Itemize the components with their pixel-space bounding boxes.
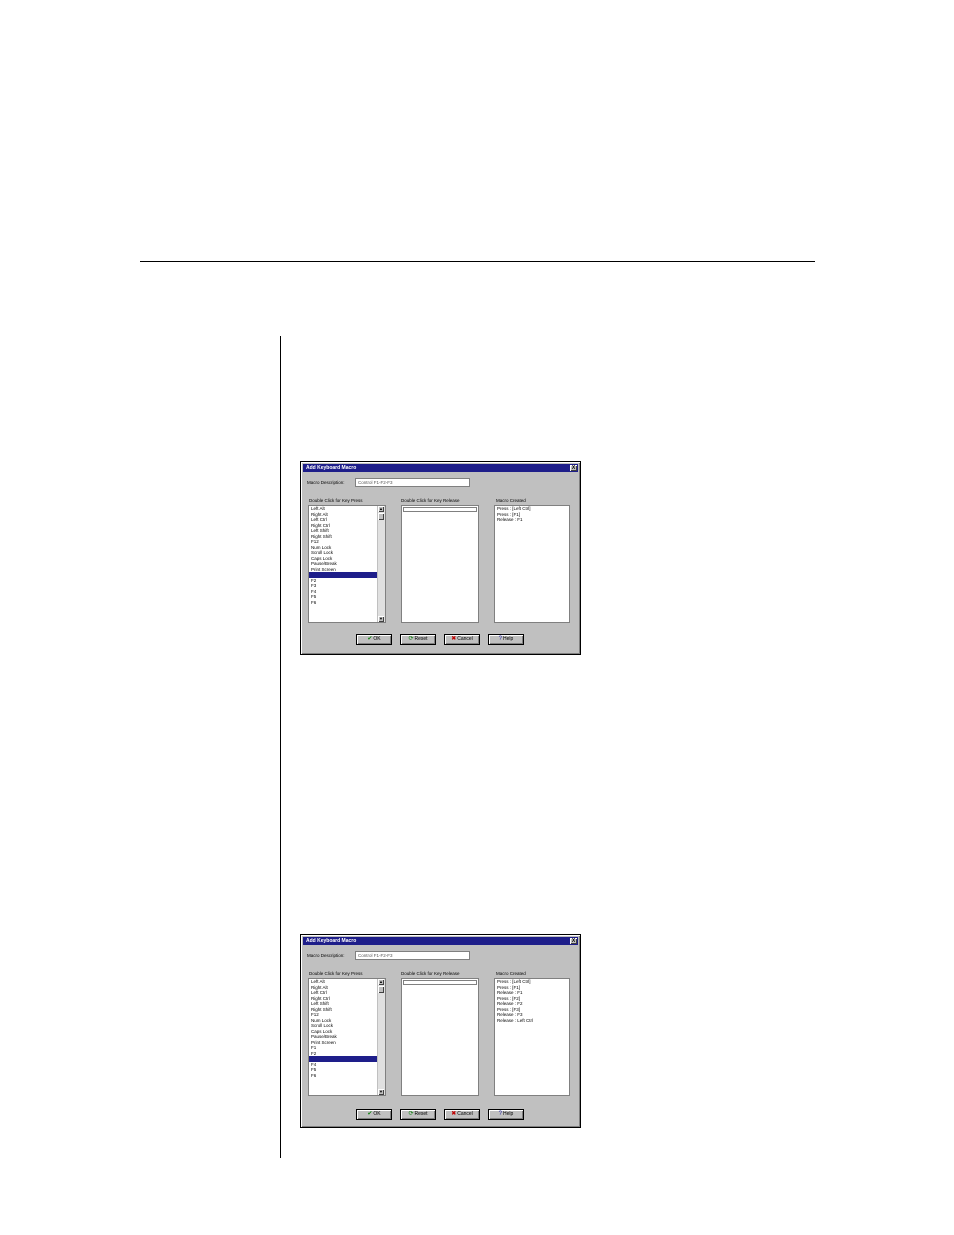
scroll-up-icon[interactable]: ▲ (378, 979, 384, 985)
reset-button[interactable]: ⟳Reset (400, 634, 436, 645)
key-press-label: Double Click for Key Press (309, 498, 363, 503)
scrollbar[interactable]: ▲ ▼ (377, 506, 385, 622)
help-button[interactable]: ?Help (488, 1109, 524, 1120)
help-button[interactable]: ?Help (488, 634, 524, 645)
macro-created-label: Macro Created (496, 971, 526, 976)
checkmark-icon: ✔ (367, 1111, 373, 1117)
key-press-list[interactable]: Left Alt Right Alt Left Ctrl Right Ctrl … (308, 505, 386, 623)
reset-label: Reset (414, 1111, 428, 1117)
scroll-thumb[interactable] (378, 986, 384, 993)
reset-label: Reset (414, 636, 428, 642)
cancel-button[interactable]: ✖Cancel (444, 1109, 480, 1120)
help-label: Help (503, 1111, 514, 1117)
question-icon: ? (498, 636, 503, 642)
macro-description-label: Macro Description: (307, 953, 345, 958)
refresh-icon: ⟳ (408, 1111, 414, 1117)
list-item: Release : Left Ctrl (497, 1017, 534, 1023)
horizontal-rule (140, 261, 815, 262)
scroll-down-icon[interactable]: ▼ (378, 616, 384, 622)
list-item[interactable]: F6 (309, 1073, 385, 1079)
question-icon: ? (498, 1111, 503, 1117)
help-label: Help (503, 636, 514, 642)
macro-description-input[interactable]: Control F1-F2-F3 (355, 478, 470, 487)
vertical-rule (280, 336, 281, 1158)
dialog-title-bar: Add Keyboard Macro X (303, 937, 578, 945)
macro-description-label: Macro Description: (307, 480, 345, 485)
add-keyboard-macro-dialog-1: Add Keyboard Macro X Macro Description: … (300, 461, 581, 655)
refresh-icon: ⟳ (408, 636, 414, 642)
dialog-title: Add Keyboard Macro (306, 465, 357, 471)
macro-created-list: Press : [Left Ctrl] Press : [F1] Release… (494, 978, 570, 1096)
ok-label: OK (373, 1111, 381, 1117)
key-release-label: Double Click for Key Release (401, 498, 460, 503)
ok-button[interactable]: ✔OK (356, 634, 392, 645)
cancel-button[interactable]: ✖Cancel (444, 634, 480, 645)
scroll-thumb[interactable] (378, 513, 384, 520)
scroll-down-icon[interactable]: ▼ (378, 1089, 384, 1095)
key-press-list[interactable]: Left Alt Right Alt Left Ctrl Right Ctrl … (308, 978, 386, 1096)
cancel-label: Cancel (457, 636, 473, 642)
add-keyboard-macro-dialog-2: Add Keyboard Macro X Macro Description: … (300, 934, 581, 1128)
key-release-list[interactable] (401, 505, 479, 623)
list-item[interactable]: F6 (309, 600, 385, 606)
reset-button[interactable]: ⟳Reset (400, 1109, 436, 1120)
close-icon: X (571, 938, 576, 944)
x-icon: ✖ (451, 1111, 457, 1117)
dialog-title-bar: Add Keyboard Macro X (303, 464, 578, 472)
close-button[interactable]: X (570, 465, 577, 471)
key-release-list[interactable] (401, 978, 479, 1096)
ok-button[interactable]: ✔OK (356, 1109, 392, 1120)
macro-description-input[interactable]: Control F1-F2-F3 (355, 951, 470, 960)
macro-created-list: Press : [Left Ctrl] Press : [F1] Release… (494, 505, 570, 623)
macro-created-label: Macro Created (496, 498, 526, 503)
x-icon: ✖ (451, 636, 457, 642)
key-release-field[interactable] (403, 980, 477, 985)
ok-label: OK (373, 636, 381, 642)
close-button[interactable]: X (570, 938, 577, 944)
key-press-label: Double Click for Key Press (309, 971, 363, 976)
cancel-label: Cancel (457, 1111, 473, 1117)
key-release-field[interactable] (403, 507, 477, 512)
close-icon: X (571, 465, 576, 471)
key-release-label: Double Click for Key Release (401, 971, 460, 976)
list-item: Release : F1 (497, 517, 523, 522)
scrollbar[interactable]: ▲ ▼ (377, 979, 385, 1095)
dialog-title: Add Keyboard Macro (306, 938, 357, 944)
scroll-up-icon[interactable]: ▲ (378, 506, 384, 512)
checkmark-icon: ✔ (367, 636, 373, 642)
